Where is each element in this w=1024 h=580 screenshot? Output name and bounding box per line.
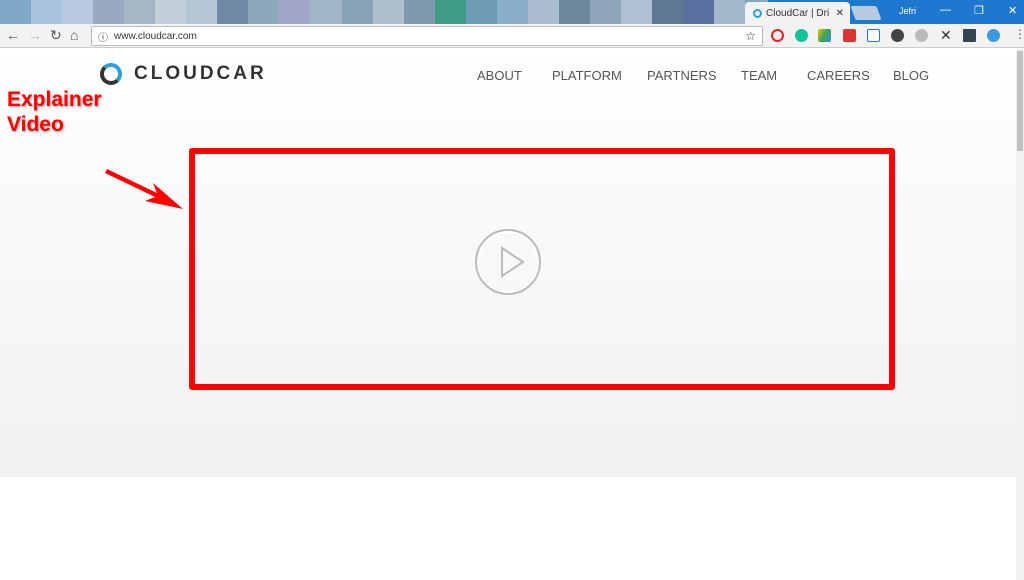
title-bar: CloudCar | Dri ✕ Jefri — ❐ ✕ [0, 0, 1024, 24]
bookmark-star-icon[interactable]: ☆ [745, 29, 756, 43]
restore-icon[interactable]: ❐ [974, 4, 984, 17]
opera-extension-icon[interactable] [771, 29, 784, 42]
logo-ring-icon [100, 63, 122, 85]
nav-about[interactable]: ABOUT [477, 68, 522, 83]
evernote-extension-icon[interactable] [891, 29, 904, 42]
cloudcar-logo[interactable]: CLOUDCAR [100, 63, 267, 85]
close-tab-icon[interactable]: ✕ [836, 8, 844, 19]
lastpass-extension-icon[interactable] [843, 29, 856, 42]
url-text: www.cloudcar.com [114, 30, 197, 42]
annotation-label: Explainer Video [7, 87, 102, 137]
nav-platform[interactable]: PLATFORM [552, 68, 622, 83]
calendar31-extension-icon[interactable] [963, 29, 976, 42]
menu-icon[interactable]: ⋮ [1014, 27, 1024, 41]
grammarly-extension-icon[interactable] [795, 29, 808, 42]
calendar-extension-icon[interactable] [867, 29, 880, 42]
drive-extension-icon[interactable] [818, 29, 831, 42]
nav-blog[interactable]: BLOG [893, 68, 929, 83]
play-video-button[interactable] [475, 229, 541, 295]
play-icon [501, 246, 525, 278]
annotation-line2: Video [7, 113, 64, 136]
annotation-highlight-box [189, 148, 895, 390]
blurred-tabs [0, 0, 746, 24]
minimize-icon[interactable]: — [940, 4, 951, 16]
address-bar[interactable]: ⓘ www.cloudcar.com ☆ [91, 26, 763, 46]
annotation-line1: Explainer [7, 88, 102, 111]
cloudcar-favicon-icon [753, 8, 762, 18]
info-icon[interactable]: ⓘ [98, 29, 108, 44]
skype-extension-icon[interactable] [915, 29, 928, 42]
profile-name[interactable]: Jefri [899, 6, 916, 16]
nav-team[interactable]: TEAM [741, 68, 777, 83]
nav-careers[interactable]: CAREERS [807, 68, 870, 83]
back-icon[interactable]: ← [6, 27, 20, 43]
tab-title: CloudCar | Dri [766, 7, 830, 19]
x-extension-icon[interactable]: ✕ [940, 27, 953, 43]
annotation-arrow-icon [105, 169, 183, 209]
nav-partners[interactable]: PARTNERS [647, 68, 717, 83]
reload-icon[interactable]: ↻ [50, 27, 62, 44]
web-page: CLOUDCAR ABOUT PLATFORM PARTNERS TEAM CA… [0, 49, 1016, 580]
browser-tab[interactable]: CloudCar | Dri ✕ [745, 2, 850, 24]
browser-toolbar: ← → ↻ ⌂ ⓘ www.cloudcar.com ☆ ✕ ⋮ [0, 24, 1024, 48]
hero-section: CLOUDCAR ABOUT PLATFORM PARTNERS TEAM CA… [0, 49, 1016, 477]
scrollbar[interactable] [1016, 49, 1024, 580]
forward-icon[interactable]: → [28, 27, 42, 43]
logo-text: CLOUDCAR [134, 63, 267, 84]
new-tab-button[interactable] [850, 6, 882, 20]
scrollbar-thumb[interactable] [1017, 51, 1023, 151]
v-extension-icon[interactable] [987, 29, 1000, 42]
home-icon[interactable]: ⌂ [70, 27, 78, 43]
close-window-icon[interactable]: ✕ [1008, 4, 1017, 17]
